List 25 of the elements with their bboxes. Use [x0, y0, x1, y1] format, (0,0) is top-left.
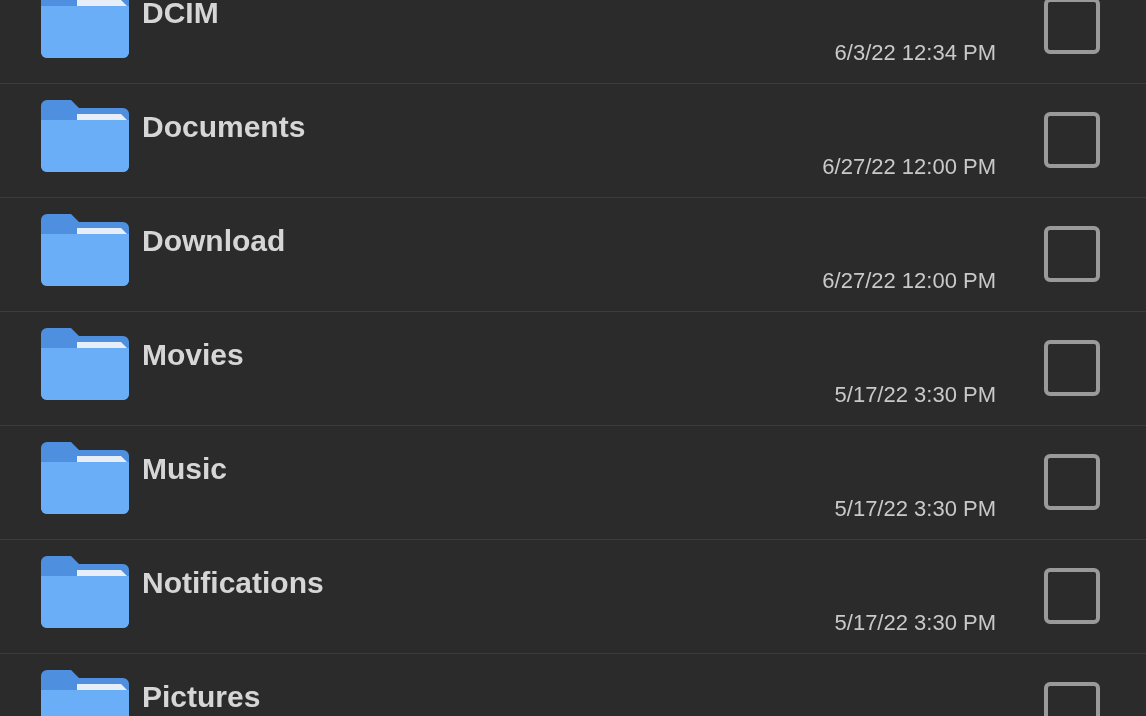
folder-icon	[41, 555, 129, 628]
folder-name: Documents	[142, 110, 306, 144]
modified-date: 6/27/22 12:00 PM	[822, 154, 996, 180]
folder-name: Download	[142, 224, 286, 258]
modified-date: 5/17/22 3:30 PM	[834, 496, 996, 522]
folder-name: Movies	[142, 338, 244, 372]
modified-date: 5/17/22 3:30 PM	[834, 382, 996, 408]
modified-date: 5/17/22 3:30 PM	[834, 610, 996, 636]
folder-name: Music	[142, 452, 228, 486]
checkbox[interactable]	[1044, 111, 1100, 168]
folder-icon	[41, 213, 129, 286]
modified-date: 6/3/22 12:34 PM	[834, 40, 996, 66]
folder-name: Notifications	[142, 566, 324, 600]
checkbox[interactable]	[1044, 225, 1100, 282]
modified-date: 6/27/22 12:00 PM	[822, 268, 996, 294]
folder-icon	[41, 327, 129, 400]
checkbox[interactable]	[1044, 339, 1100, 396]
folder-icon	[41, 99, 129, 172]
folder-name: Pictures	[142, 680, 261, 714]
checkbox[interactable]	[1044, 567, 1100, 624]
folder-icon	[41, 0, 129, 58]
folder-name: DCIM	[142, 0, 219, 30]
checkbox[interactable]	[1044, 453, 1100, 510]
checkbox[interactable]	[1044, 0, 1100, 54]
folder-icon	[41, 441, 129, 514]
